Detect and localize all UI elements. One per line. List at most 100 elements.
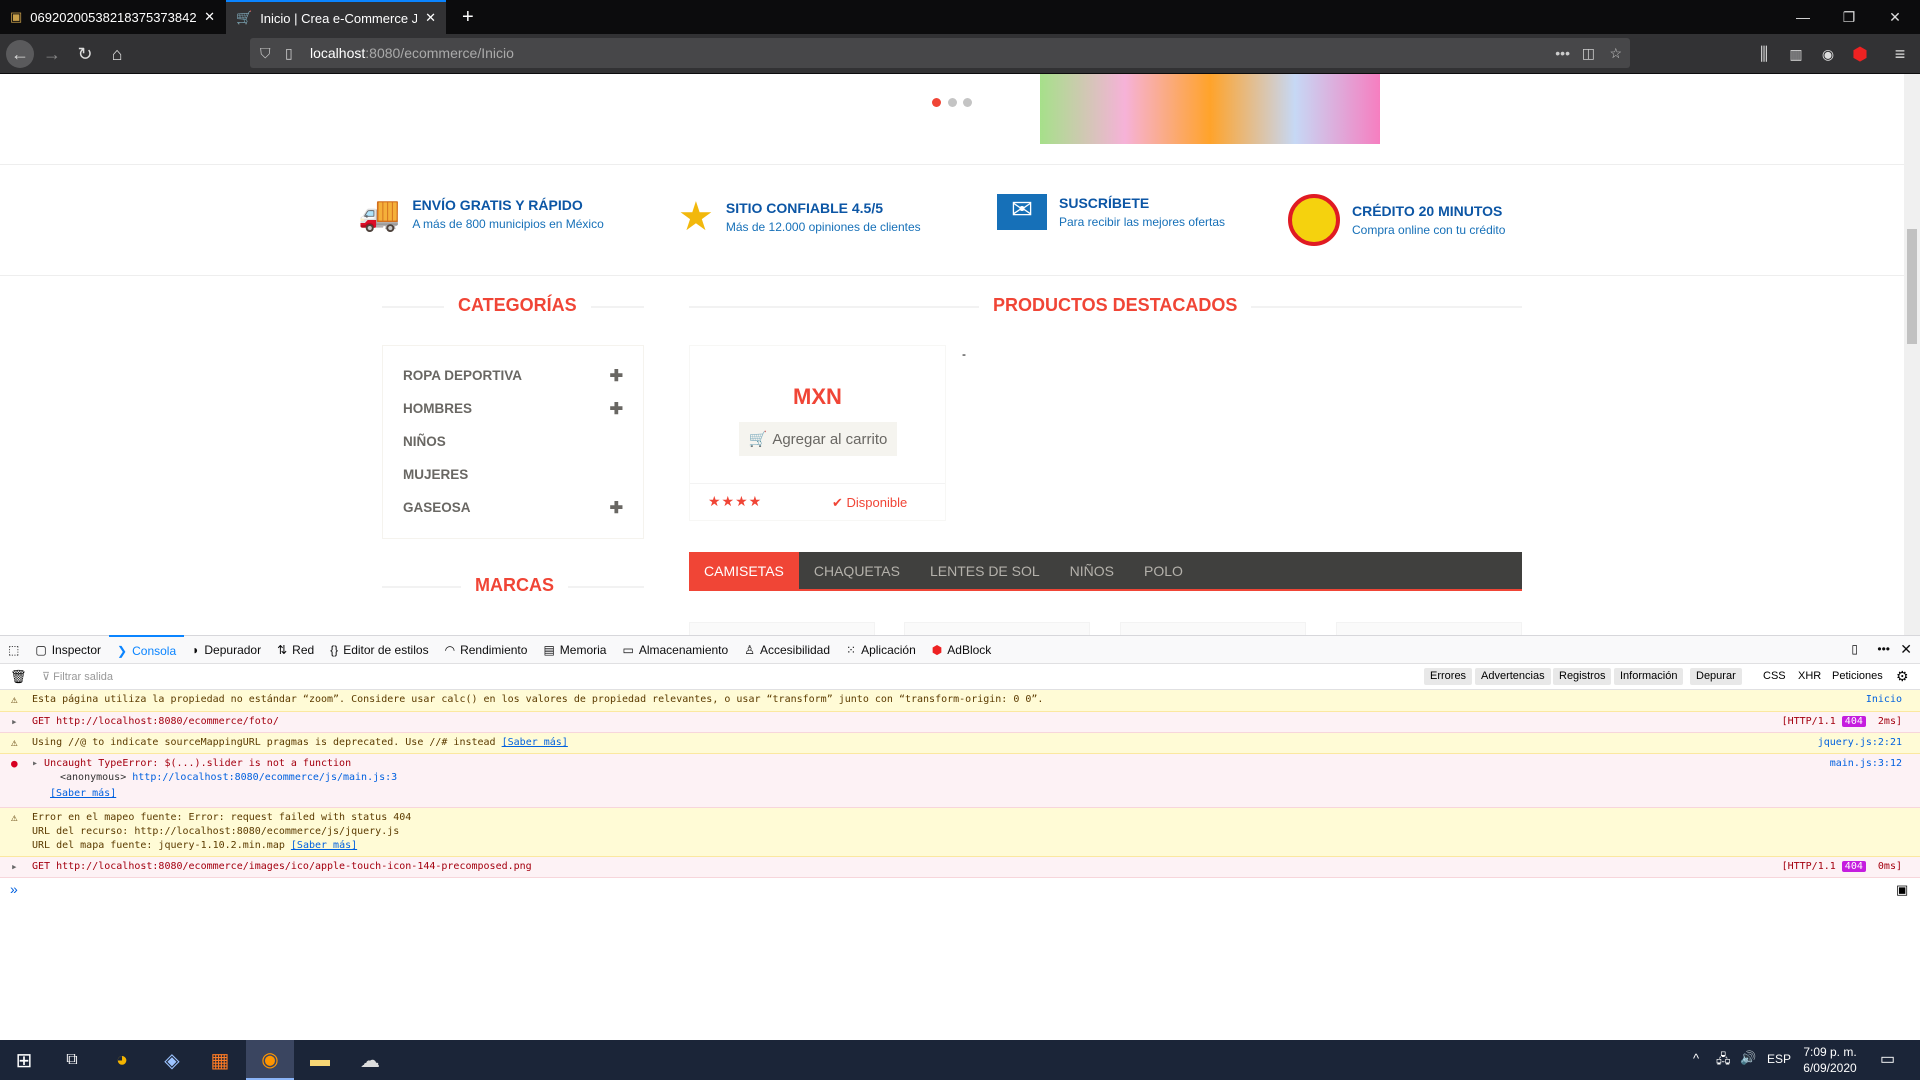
toggle-css[interactable]: CSS [1763,670,1786,682]
pick-element-icon[interactable]: ⬚ [0,635,27,664]
forward-button[interactable]: → [38,40,66,68]
notifications-icon[interactable]: ▭ [1880,1049,1895,1069]
more-icon[interactable]: ••• [1555,45,1570,61]
browser-tab[interactable]: ▣069202005382183753738427273✕ [0,0,225,34]
restore-button[interactable]: ❐ [1826,0,1872,34]
plus-icon[interactable]: ✚ [610,498,623,518]
tool-adblock[interactable]: ⬢ AdBlock [924,635,1000,664]
network-icon[interactable]: 🖧 [1716,1050,1731,1072]
filter-logs[interactable]: Registros [1553,668,1612,685]
bookmark-star-icon[interactable]: ☆ [1609,45,1622,62]
tool-console[interactable]: ❯ Consola [109,635,185,664]
check-circle-icon: ✔ [832,495,843,510]
tool-application[interactable]: ⁙ Aplicación [838,635,924,664]
category-ninos[interactable]: NIÑOS [403,434,623,449]
library-icon[interactable]: ⫼ [1750,40,1778,68]
close-tab-icon[interactable]: ✕ [425,10,436,26]
console-input-prompt[interactable]: » [10,881,18,897]
clock[interactable]: 7:09 p. m. 6/09/2020 [1800,1044,1860,1076]
settings-gear-icon[interactable]: ⚙ [1896,668,1909,685]
url-bar[interactable]: ⛉ ▯ localhost:8080/ecommerce/Inicio ••• … [250,38,1630,68]
plus-icon[interactable]: ✚ [610,366,623,386]
close-window-button[interactable]: ✕ [1872,0,1918,34]
virtualbox-icon[interactable]: ◈ [148,1040,196,1080]
page-scrollbar[interactable] [1904,74,1920,635]
firefox-icon[interactable]: ◉ [246,1040,294,1080]
xampp-icon[interactable]: ▦ [196,1040,244,1080]
start-button[interactable]: ⊞ [0,1040,48,1080]
slider-dot[interactable] [963,98,972,107]
error-icon: ● [11,757,18,770]
plus-icon[interactable]: ✚ [610,399,623,419]
filter-errors[interactable]: Errores [1424,668,1473,685]
tab-camisetas[interactable]: CAMISETAS [689,552,799,589]
cart-icon: 🛒 [748,431,768,448]
tool-performance[interactable]: ◠ Rendimiento [437,635,536,664]
pocket-icon[interactable]: ◫ [1582,45,1595,62]
back-button[interactable]: ← [6,40,34,68]
volume-icon[interactable]: 🔊 [1740,1050,1756,1066]
product-card: MXN 🛒 Agregar al carrito ★★★★ ✔ Disponibl… [689,345,946,521]
expand-arrow-icon: ▸ [32,758,45,769]
product-thumbnail[interactable] [689,622,875,635]
trash-icon[interactable]: 🗑 [10,669,27,685]
product-thumbnail[interactable] [1120,622,1306,635]
tray-chevron-icon[interactable]: ^ [1693,1051,1699,1066]
feature-subscribe[interactable]: ✉ SUSCRÍBETE Para recibir las mejores ofer… [997,194,1225,230]
console-message-network[interactable]: ▸ GET http://localhost:8080/ecommerce/ima… [0,857,1920,878]
close-tab-icon[interactable]: ✕ [204,9,215,25]
close-devtools-icon[interactable]: ✕ [1900,641,1912,658]
category-ropa-deportiva[interactable]: ROPA DEPORTIVA ✚ [403,366,623,386]
filter-warnings[interactable]: Advertencias [1475,668,1551,685]
chrome-icon[interactable]: ◕ [98,1040,146,1080]
truck-icon: 🚚 [358,195,401,233]
add-to-cart-button[interactable]: 🛒 Agregar al carrito [739,422,897,456]
categories-panel: ROPA DEPORTIVA ✚ HOMBRES ✚ NIÑOS MUJERES G… [382,345,644,539]
tab-polo[interactable]: POLO [1129,552,1198,589]
adblock-icon[interactable]: ⬢ [1846,40,1874,68]
tool-style-editor[interactable]: {} Editor de estilos [322,635,436,664]
reload-button[interactable]: ↻ [71,40,99,68]
tool-memory[interactable]: ▤ Memoria [535,635,614,664]
slider-dot-active[interactable] [932,98,941,107]
warning-icon: ⚠ [11,811,18,824]
feature-credit: CRÉDITO 20 MINUTOS Compra online con tu c… [1288,194,1505,246]
split-console-icon[interactable]: ▣ [1896,882,1908,898]
new-tab-button[interactable]: + [452,0,484,34]
category-mujeres[interactable]: MUJERES [403,467,623,482]
responsive-mode-icon[interactable]: ▯ [1851,642,1858,656]
language-indicator[interactable]: ESP [1767,1052,1791,1066]
console-message-network[interactable]: ▸ GET http://localhost:8080/ecommerce/fot… [0,712,1920,733]
category-gaseosa[interactable]: GASEOSA ✚ [403,498,623,518]
filter-debug[interactable]: Depurar [1690,668,1742,685]
toggle-requests[interactable]: Peticiones [1832,670,1883,682]
tab-lentes-de-sol[interactable]: LENTES DE SOL [915,552,1055,589]
task-view-icon[interactable]: ⧉ [48,1040,96,1080]
tab-chaquetas[interactable]: CHAQUETAS [799,552,915,589]
tab-ninos[interactable]: NIÑOS [1055,552,1129,589]
tool-accessibility[interactable]: ♙ Accesibilidad [736,635,838,664]
minimize-button[interactable]: — [1780,0,1826,34]
filter-input[interactable]: ⊽ Filtrar salida [42,670,113,683]
availability-status: ✔ Disponible [832,495,908,510]
shield-icon[interactable]: ⛉ [260,45,271,62]
file-explorer-icon[interactable]: ▬ [296,1040,344,1080]
account-icon[interactable]: ◉ [1814,40,1842,68]
product-thumbnail[interactable] [904,622,1090,635]
browser-tab-active[interactable]: 🛒Inicio | Crea e-Commerce JAVA✕ [226,0,446,34]
category-hombres[interactable]: HOMBRES ✚ [403,399,623,419]
storage-icon: ▭ [622,642,634,657]
filter-info[interactable]: Información [1614,668,1684,685]
toggle-xhr[interactable]: XHR [1798,670,1821,682]
more-options-icon[interactable]: ••• [1877,642,1890,656]
sidebar-icon[interactable]: ▥ [1782,40,1810,68]
home-button[interactable]: ⌂ [103,40,131,68]
product-thumbnail[interactable] [1336,622,1522,635]
tool-inspector[interactable]: ▢ Inspector [27,635,109,664]
app-icon[interactable]: ☁ [346,1040,394,1080]
tool-debugger[interactable]: ◗ Depurador [184,635,269,664]
slider-dot[interactable] [948,98,957,107]
menu-icon[interactable]: ≡ [1886,40,1914,68]
tool-network[interactable]: ⇅ Red [269,635,322,664]
tool-storage[interactable]: ▭ Almacenamiento [614,635,736,664]
